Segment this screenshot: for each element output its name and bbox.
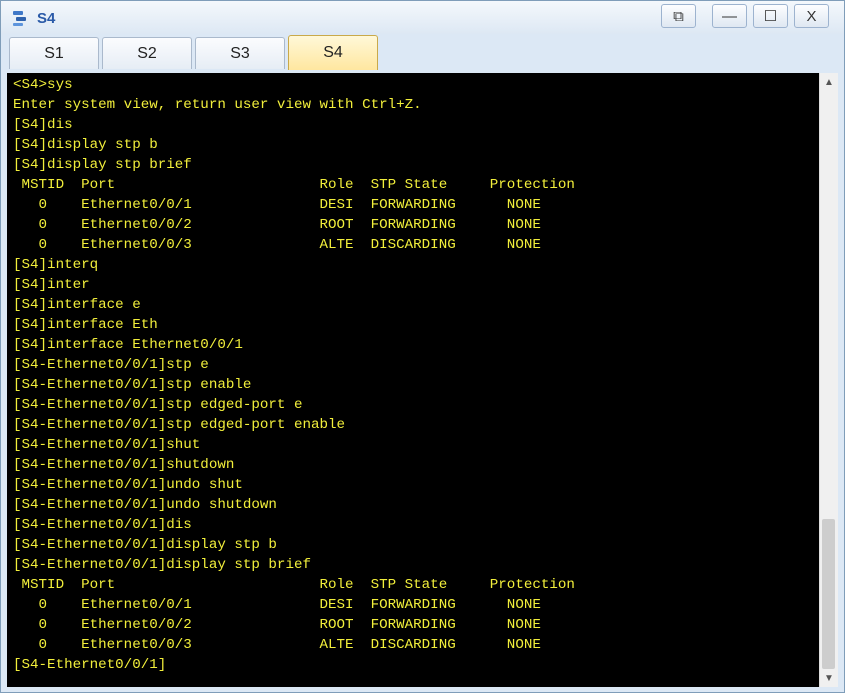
maximize-icon: ☐ (763, 8, 778, 25)
window-title: S4 (37, 10, 56, 27)
maximize-button[interactable]: ☐ (753, 4, 788, 28)
terminal-line: [S4]display stp b (13, 137, 158, 153)
minimize-button[interactable]: — (712, 4, 747, 28)
terminal-line: [S4]interq (13, 257, 99, 273)
minimize-icon: — (722, 7, 737, 25)
terminal-window: S4 ⧉ — ☐ X S1 S2 S3 S4 <S4>sys Enter syst… (0, 0, 845, 693)
restore-button[interactable]: ⧉ (661, 4, 696, 28)
terminal-line: [S4-Ethernet0/0/1]shut (13, 437, 201, 453)
terminal-line: [S4]inter (13, 277, 90, 293)
terminal-line: [S4]interface Ethernet0/0/1 (13, 337, 243, 353)
chevron-up-icon[interactable]: ▲ (820, 73, 838, 91)
terminal-line: <S4>sys (13, 77, 73, 93)
tab-s1[interactable]: S1 (9, 37, 99, 69)
tab-bar: S1 S2 S3 S4 (1, 34, 844, 72)
terminal-line: MSTID Port Role STP State Protection (13, 177, 575, 193)
terminal-line: [S4-Ethernet0/0/1]display stp brief (13, 557, 311, 573)
restore-icon: ⧉ (673, 7, 684, 25)
terminal-line: Enter system view, return user view with… (13, 97, 422, 113)
terminal-line: [S4-Ethernet0/0/1]stp edged-port enable (13, 417, 346, 433)
terminal-line: [S4-Ethernet0/0/1]undo shutdown (13, 497, 277, 513)
tab-s2[interactable]: S2 (102, 37, 192, 69)
terminal-line: [S4]dis (13, 117, 73, 133)
terminal-line: 0 Ethernet0/0/1 DESI FORWARDING NONE (13, 197, 541, 213)
network-device-icon (13, 11, 26, 26)
tab-s4[interactable]: S4 (288, 35, 378, 70)
terminal-line: 0 Ethernet0/0/1 DESI FORWARDING NONE (13, 597, 541, 613)
tab-s3[interactable]: S3 (195, 37, 285, 69)
terminal-line: 0 Ethernet0/0/3 ALTE DISCARDING NONE (13, 637, 541, 653)
close-icon: X (806, 7, 817, 25)
terminal-line: MSTID Port Role STP State Protection (13, 577, 575, 593)
terminal-line: [S4-Ethernet0/0/1]shutdown (13, 457, 235, 473)
scrollbar-thumb[interactable] (822, 519, 835, 669)
terminal-line: 0 Ethernet0/0/3 ALTE DISCARDING NONE (13, 237, 541, 253)
terminal-line: [S4-Ethernet0/0/1]display stp b (13, 537, 277, 553)
terminal-line: [S4]interface Eth (13, 317, 158, 333)
terminal-line: 0 Ethernet0/0/2 ROOT FORWARDING NONE (13, 617, 541, 633)
close-button[interactable]: X (794, 4, 829, 28)
chevron-down-icon[interactable]: ▼ (820, 669, 838, 687)
terminal-text: <S4>sys Enter system view, return user vi… (13, 75, 575, 675)
terminal-line: [S4]display stp brief (13, 157, 192, 173)
title-bar[interactable]: S4 ⧉ — ☐ X (1, 1, 844, 34)
terminal-line: 0 Ethernet0/0/2 ROOT FORWARDING NONE (13, 217, 541, 233)
terminal-output[interactable]: <S4>sys Enter system view, return user vi… (7, 73, 838, 687)
vertical-scrollbar[interactable]: ▲ ▼ (819, 73, 838, 687)
terminal-line: [S4-Ethernet0/0/1]stp enable (13, 377, 252, 393)
terminal-line: [S4-Ethernet0/0/1]stp edged-port e (13, 397, 303, 413)
terminal-line: [S4-Ethernet0/0/1]dis (13, 517, 192, 533)
terminal-line: [S4-Ethernet0/0/1]undo shut (13, 477, 243, 493)
terminal-line: [S4]interface e (13, 297, 141, 313)
terminal-line: [S4-Ethernet0/0/1] (13, 657, 167, 673)
terminal-line: [S4-Ethernet0/0/1]stp e (13, 357, 209, 373)
